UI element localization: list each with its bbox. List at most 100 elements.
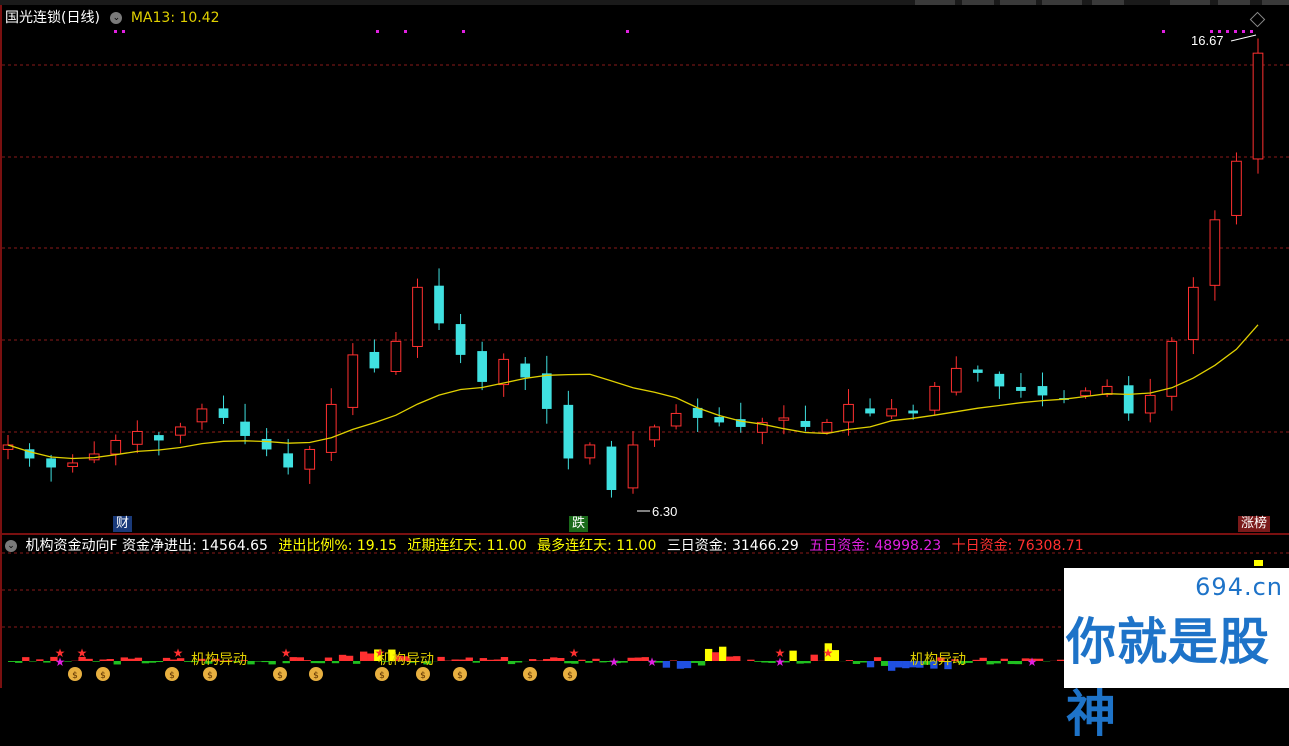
- stock-title[interactable]: 国光连锁(日线): [5, 10, 100, 26]
- star-icon: ★: [173, 646, 184, 660]
- flow-bar: [761, 661, 768, 663]
- flow-bar: [853, 661, 860, 664]
- flow-bar: [804, 661, 811, 663]
- signal-dot: [626, 30, 629, 33]
- flow-bar: [585, 661, 592, 663]
- flow-bar: [811, 655, 818, 661]
- flow-bar: [15, 661, 22, 663]
- star-icon: ★: [647, 655, 658, 669]
- ratio: 进出比例%: 19.15: [278, 538, 397, 554]
- indicator-name[interactable]: 机构资金动向F: [25, 538, 117, 554]
- dropdown-icon[interactable]: ⌄: [110, 12, 122, 24]
- flow-bar: [705, 649, 712, 661]
- candlestick-chart[interactable]: 16.67 6.30: [0, 5, 1289, 535]
- star-icon: ★: [281, 646, 292, 660]
- flow-bar: [599, 661, 606, 662]
- signal-dot: [404, 30, 407, 33]
- candle-body: [326, 404, 336, 452]
- signal-dot: [1242, 30, 1245, 33]
- flow-bar: [1015, 661, 1022, 664]
- star-icon: ★: [823, 646, 834, 660]
- flow-bar: [698, 661, 705, 665]
- flow-bar: [64, 661, 71, 662]
- flow-bar: [1001, 659, 1008, 661]
- candle-body: [887, 409, 897, 416]
- star-icon: ★: [1027, 655, 1038, 669]
- flow-bar: [965, 661, 972, 663]
- flow-bar: [128, 659, 135, 661]
- flow-bar: [353, 661, 360, 664]
- flow-bar: [860, 661, 867, 662]
- star-icon: ★: [569, 646, 580, 660]
- flow-bar: [43, 661, 50, 663]
- flow-bar: [135, 658, 142, 661]
- star-icon: ★: [609, 655, 620, 669]
- candle-body: [283, 453, 293, 467]
- flow-bar: [247, 661, 254, 664]
- signal-dot: [376, 30, 379, 33]
- money-bag-glyph: $: [207, 671, 213, 681]
- indicator-header: ⌄ 机构资金动向F 资金净进出: 14564.65 进出比例%: 19.15 近…: [5, 537, 1084, 555]
- candle-body: [542, 373, 552, 409]
- candle-body: [1124, 385, 1134, 413]
- money-bag-glyph: $: [277, 671, 283, 681]
- flow-bar: [339, 655, 346, 661]
- candle-body: [1145, 395, 1155, 413]
- candle-body: [995, 374, 1005, 387]
- candle-body: [951, 368, 961, 392]
- flow-bar: [367, 653, 374, 661]
- candle-body: [1232, 161, 1242, 215]
- candle-body: [714, 417, 724, 422]
- candle-body: [1016, 387, 1026, 391]
- indicator-dropdown-icon[interactable]: ⌄: [5, 540, 17, 552]
- ma-value: MA13: 10.42: [131, 10, 220, 26]
- max-red-days: 最多连红天: 11.00: [537, 538, 656, 554]
- candle-body: [46, 458, 56, 467]
- flow-bar: [149, 661, 156, 663]
- signal-dot: [122, 30, 125, 33]
- candle-body: [1188, 287, 1198, 339]
- flow-bar: [114, 661, 121, 664]
- flow-bar: [754, 661, 761, 662]
- flow-bar: [789, 651, 796, 661]
- badge-cai[interactable]: 财: [113, 516, 132, 532]
- flow-bar: [437, 657, 444, 661]
- flow-bar: [670, 660, 677, 661]
- signal-dot: [1250, 30, 1253, 33]
- badge-zhangbang[interactable]: 涨榜: [1238, 516, 1270, 532]
- flow-bar: [261, 661, 268, 662]
- flow-bar: [980, 658, 987, 661]
- candle-body: [240, 422, 250, 436]
- candle-body: [262, 439, 272, 449]
- candle-body: [908, 411, 918, 414]
- candle-body: [197, 409, 207, 422]
- flow-bar: [571, 661, 578, 664]
- badge-die[interactable]: 跌: [569, 516, 588, 532]
- candle-body: [607, 447, 617, 490]
- flow-bar-last: [1254, 560, 1263, 566]
- flow-bar: [726, 657, 733, 661]
- flow-bar: [332, 661, 339, 663]
- flow-bar: [142, 661, 149, 663]
- candle-body: [176, 427, 186, 435]
- flow-bar: [994, 661, 1001, 663]
- candle-body: [801, 421, 811, 427]
- money-bag-glyph: $: [457, 671, 463, 681]
- flow-bar: [874, 657, 881, 661]
- flow-bar: [360, 652, 367, 661]
- anomaly-label-1: 机构异动: [191, 651, 247, 669]
- flow-bar: [494, 659, 501, 661]
- flow-bar: [297, 657, 304, 661]
- flow-bar: [36, 659, 43, 661]
- flow-bar: [156, 661, 163, 662]
- flow-bar: [268, 661, 275, 664]
- candle-body: [563, 405, 573, 459]
- money-bag-glyph: $: [100, 671, 106, 681]
- signal-dot: [1226, 30, 1229, 33]
- candle-body: [1253, 53, 1263, 159]
- flow-bar: [163, 658, 170, 661]
- flow-bar: [628, 658, 635, 661]
- ten-day-fund: 十日资金: 76308.71: [952, 538, 1084, 554]
- flow-bar: [92, 661, 99, 662]
- flow-bar: [796, 661, 803, 664]
